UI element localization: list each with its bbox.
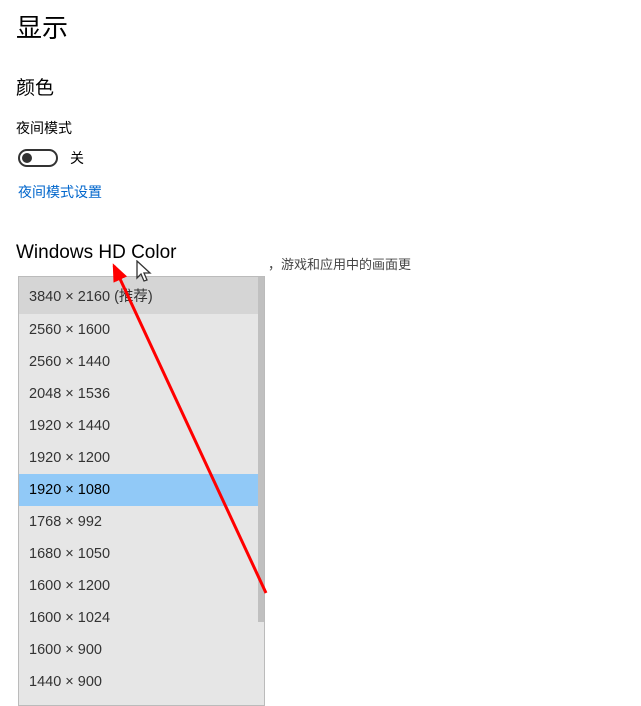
resolution-option[interactable]: 1440 × 900	[19, 666, 264, 698]
color-section-header: 颜色	[0, 73, 641, 100]
resolution-option[interactable]: 2048 × 1536	[19, 378, 264, 410]
resolution-option[interactable]: 1768 × 992	[19, 506, 264, 538]
page-title: 显示	[0, 0, 641, 45]
night-mode-label: 夜间模式	[0, 118, 641, 138]
resolution-dropdown[interactable]: 3840 × 2160 (推荐)2560 × 16002560 × 144020…	[18, 276, 265, 706]
toggle-state-label: 关	[70, 148, 84, 168]
night-mode-settings-link[interactable]: 夜间模式设置	[0, 182, 102, 202]
resolution-option[interactable]: 1920 × 1440	[19, 410, 264, 442]
resolution-option[interactable]: 1600 × 900	[19, 634, 264, 666]
resolution-option[interactable]: 1600 × 1200	[19, 570, 264, 602]
truncated-description-text: ，游戏和应用中的画面更	[268, 254, 411, 273]
resolution-option[interactable]: 1680 × 1050	[19, 538, 264, 570]
dropdown-scrollbar[interactable]	[258, 277, 264, 622]
resolution-option[interactable]: 2560 × 1600	[19, 314, 264, 346]
night-mode-toggle[interactable]	[18, 149, 58, 167]
resolution-option[interactable]: 2560 × 1440	[19, 346, 264, 378]
resolution-option[interactable]: 3840 × 2160 (推荐)	[19, 277, 264, 314]
resolution-option[interactable]: 1366 × 768	[19, 698, 264, 706]
resolution-option[interactable]: 1920 × 1080	[19, 474, 264, 506]
toggle-knob	[22, 153, 32, 163]
resolution-option[interactable]: 1600 × 1024	[19, 602, 264, 634]
resolution-option[interactable]: 1920 × 1200	[19, 442, 264, 474]
